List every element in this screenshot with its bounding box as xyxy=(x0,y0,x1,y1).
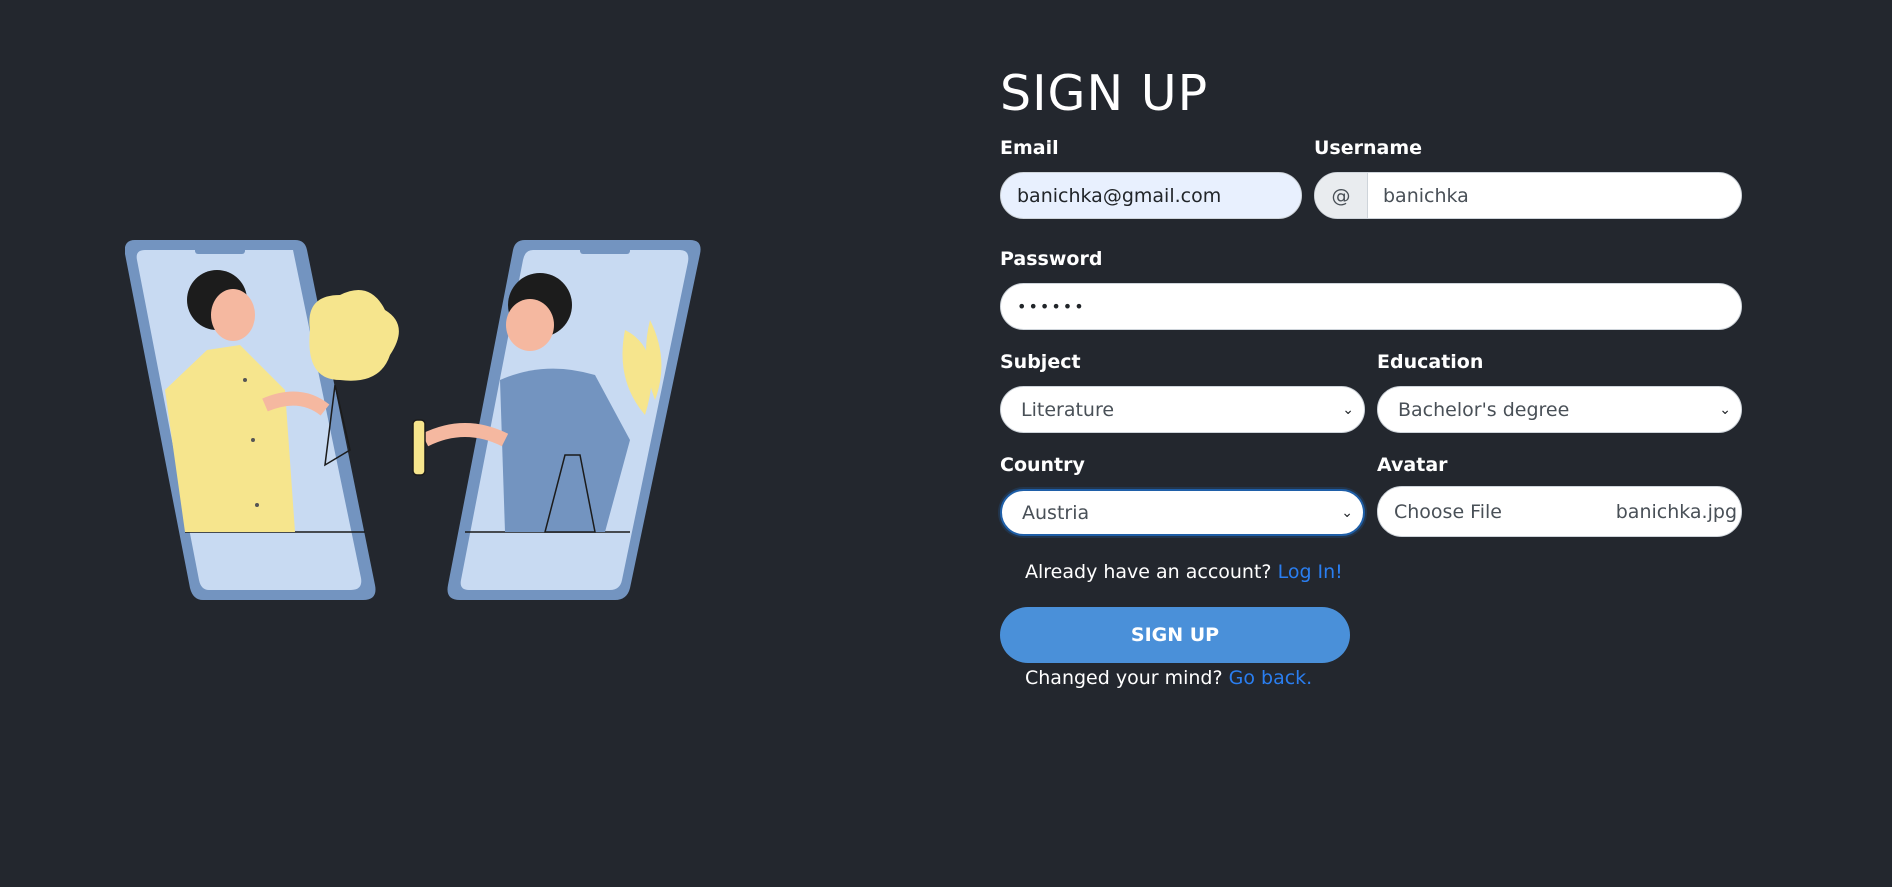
avatar-label: Avatar xyxy=(1377,454,1448,476)
chevron-down-icon: ⌄ xyxy=(1342,401,1354,418)
country-select[interactable]: Austria ⌄ xyxy=(1000,489,1365,536)
country-value: Austria xyxy=(1022,501,1090,524)
username-label: Username xyxy=(1314,137,1423,159)
at-prefix: @ xyxy=(1315,173,1368,218)
password-label: Password xyxy=(1000,248,1103,270)
username-field[interactable]: banichka xyxy=(1368,173,1741,218)
login-prompt: Already have an account? Log In! xyxy=(1025,561,1742,583)
right-phone xyxy=(412,240,701,600)
email-value: banichka@gmail.com xyxy=(1017,184,1222,207)
avatar-file-input[interactable]: Choose File banichka.jpg xyxy=(1377,486,1742,537)
signup-button[interactable]: SIGN UP xyxy=(1000,607,1350,663)
country-label: Country xyxy=(1000,454,1085,476)
chevron-down-icon: ⌄ xyxy=(1719,401,1731,418)
subject-value: Literature xyxy=(1021,398,1115,421)
username-input-group: @ banichka xyxy=(1314,172,1742,219)
education-select[interactable]: Bachelor's degree ⌄ xyxy=(1377,386,1742,433)
choose-file-button[interactable]: Choose File xyxy=(1394,501,1502,523)
password-field[interactable]: •••••• xyxy=(1000,283,1742,330)
email-label: Email xyxy=(1000,137,1059,159)
login-link[interactable]: Log In! xyxy=(1278,561,1343,583)
signup-page: SIGN UP Email banichka@gmail.com Usernam… xyxy=(0,0,1892,887)
subject-label: Subject xyxy=(1000,351,1081,373)
education-label: Education xyxy=(1377,351,1484,373)
email-field[interactable]: banichka@gmail.com xyxy=(1000,172,1302,219)
chevron-down-icon: ⌄ xyxy=(1341,504,1353,521)
go-back-link[interactable]: Go back. xyxy=(1229,667,1313,689)
signup-form: SIGN UP Email banichka@gmail.com Usernam… xyxy=(1000,60,1742,689)
subject-select[interactable]: Literature ⌄ xyxy=(1000,386,1365,433)
page-title: SIGN UP xyxy=(1000,65,1209,122)
left-phone xyxy=(125,240,399,600)
login-prompt-text: Already have an account? xyxy=(1025,561,1272,583)
back-prompt: Changed your mind? Go back. xyxy=(1025,667,1742,689)
back-prompt-text: Changed your mind? xyxy=(1025,667,1223,689)
education-value: Bachelor's degree xyxy=(1398,398,1570,421)
illustration-scientists xyxy=(125,240,701,600)
avatar-file-name: banichka.jpg xyxy=(1615,500,1737,523)
